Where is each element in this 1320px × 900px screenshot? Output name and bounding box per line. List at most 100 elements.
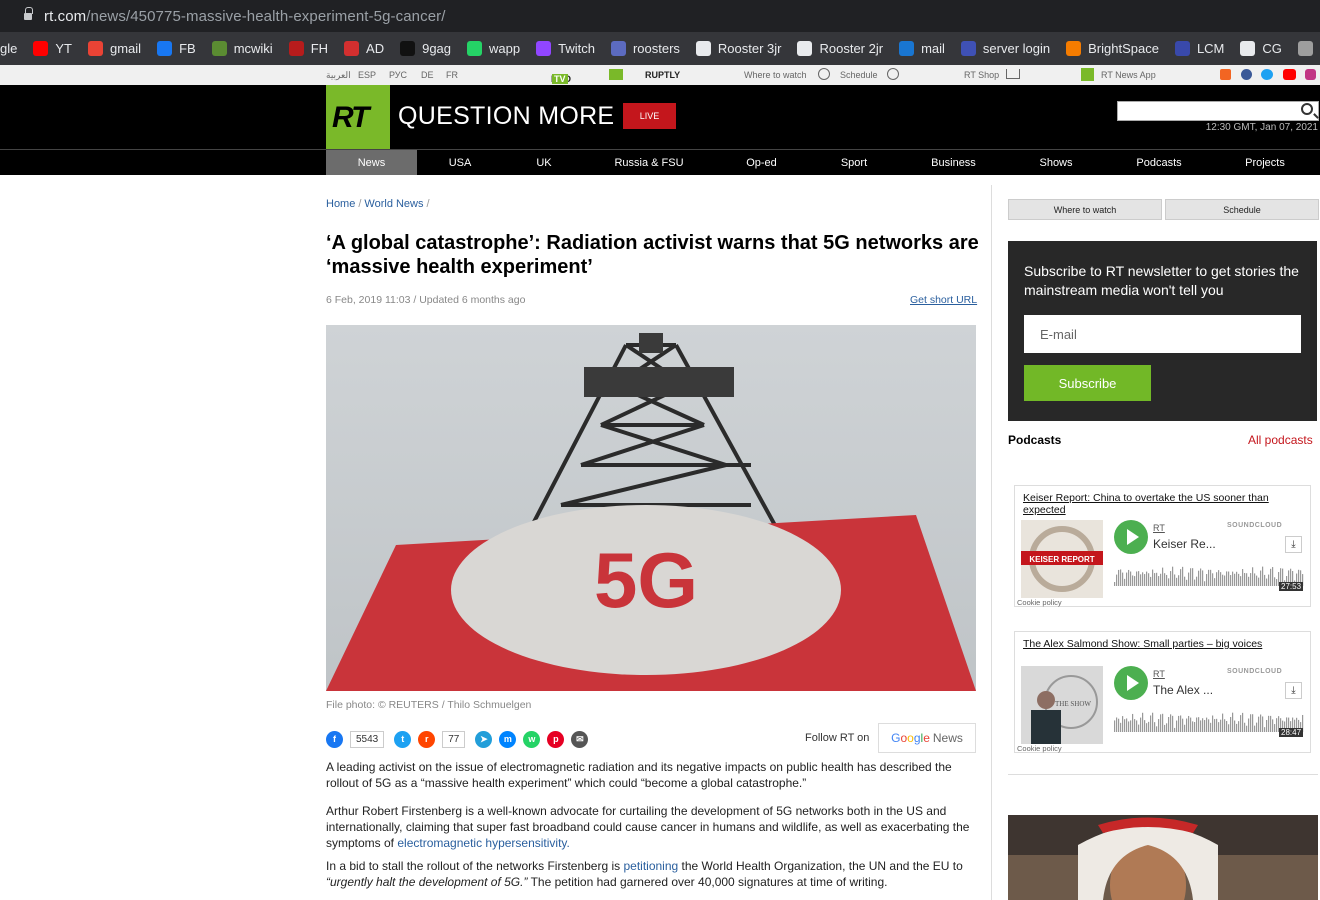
- bookmark-9gag[interactable]: 9gag: [400, 41, 451, 56]
- google-letter: e: [923, 731, 930, 745]
- lang-arabic[interactable]: العربية: [326, 70, 351, 81]
- bookmark-server-login[interactable]: server login: [960, 41, 1050, 56]
- play-button[interactable]: [1114, 666, 1148, 700]
- waveform-bar: [1170, 571, 1172, 586]
- waveform-bar: [1190, 568, 1192, 586]
- pinterest-share-icon[interactable]: p: [547, 730, 565, 748]
- bookmark-hci[interactable]: HCI: [1297, 41, 1320, 56]
- download-icon[interactable]: ⤓: [1285, 682, 1302, 699]
- nav-projects[interactable]: Projects: [1215, 150, 1315, 175]
- lang-de[interactable]: DE: [421, 70, 434, 80]
- bookmark-lcm[interactable]: LCM: [1174, 41, 1224, 56]
- url-text[interactable]: rt.com/news/450775-massive-health-experi…: [44, 8, 446, 25]
- bookmark-gmail[interactable]: gmail: [87, 41, 141, 56]
- bookmark-fb[interactable]: FB: [157, 41, 196, 56]
- bookmark-brightspace[interactable]: BrightSpace: [1066, 41, 1159, 56]
- lang-fr[interactable]: FR: [446, 70, 458, 80]
- breadcrumb: Home / World News /: [326, 198, 433, 210]
- waveform-bar: [1220, 719, 1222, 732]
- bookmark-roosters[interactable]: roosters: [610, 41, 680, 56]
- rt-shop-link[interactable]: RT Shop: [964, 70, 999, 80]
- rss-icon[interactable]: [1220, 69, 1231, 80]
- podcast-subtitle[interactable]: The Alex ...: [1153, 683, 1213, 697]
- search-icon[interactable]: [1301, 103, 1313, 115]
- nav-usa[interactable]: USA: [417, 150, 503, 175]
- electromagnetic-hypersensitivity-link[interactable]: electromagnetic hypersensitivity.: [397, 836, 570, 850]
- all-podcasts-link[interactable]: All podcasts: [1248, 433, 1313, 447]
- waveform[interactable]: [1114, 712, 1304, 738]
- share-bar: f 5543 t r 77 ➤ m w p ✉: [326, 729, 595, 749]
- schedule-button[interactable]: Schedule: [1165, 199, 1319, 220]
- bookmark-twitch[interactable]: Twitch: [536, 41, 595, 56]
- bookmark-mcwiki[interactable]: mcwiki: [211, 41, 273, 56]
- waveform-bar: [1216, 572, 1218, 586]
- soundcloud-logo[interactable]: SOUNDCLOUD: [1227, 522, 1282, 529]
- sidebar-news-photo[interactable]: [1008, 815, 1318, 900]
- rt-logo[interactable]: RT: [326, 85, 390, 149]
- lang-esp[interactable]: ESP: [358, 70, 376, 80]
- soundcloud-logo[interactable]: SOUNDCLOUD: [1227, 668, 1282, 675]
- nav-russia-fsu[interactable]: Russia & FSU: [585, 150, 713, 175]
- bookmark-ad[interactable]: AD: [344, 41, 384, 56]
- google-news-button[interactable]: Google News: [878, 723, 976, 753]
- petitioning-link[interactable]: petitioning: [623, 859, 678, 873]
- play-button[interactable]: [1114, 520, 1148, 554]
- rt-news-app-link[interactable]: RT News App: [1101, 70, 1156, 80]
- waveform-bar: [1174, 574, 1176, 586]
- waveform-bar: [1130, 720, 1132, 732]
- waveform-bar: [1164, 724, 1166, 732]
- facebook-icon[interactable]: [1241, 69, 1252, 80]
- twitter-icon[interactable]: [1261, 69, 1273, 80]
- nav-sport[interactable]: Sport: [810, 150, 898, 175]
- bookmark-rooster-3jr[interactable]: Rooster 3jr: [695, 41, 781, 56]
- waveform-bar: [1276, 718, 1278, 732]
- keiser-report-artwork: KEISER REPORT: [1021, 520, 1103, 598]
- schedule-link[interactable]: Schedule: [840, 70, 878, 80]
- rt-doc-icon[interactable]: [609, 69, 623, 80]
- where-to-watch-button[interactable]: Where to watch: [1008, 199, 1162, 220]
- youtube-icon[interactable]: [1283, 69, 1296, 80]
- browser-address-bar[interactable]: rt.com/news/450775-massive-health-experi…: [0, 0, 1320, 32]
- site-tagline: QUESTION MORE: [398, 102, 615, 130]
- cookie-policy-link[interactable]: Cookie policy: [1017, 744, 1062, 753]
- nav-business[interactable]: Business: [898, 150, 1009, 175]
- subscribe-button[interactable]: Subscribe: [1024, 365, 1151, 401]
- bookmark-rooster-2jr[interactable]: Rooster 2jr: [797, 41, 883, 56]
- podcast-subtitle[interactable]: Keiser Re...: [1153, 537, 1216, 551]
- podcast-title[interactable]: The Alex Salmond Show: Small parties – b…: [1023, 638, 1303, 650]
- facebook-share-icon[interactable]: f: [326, 730, 343, 748]
- podcast-title[interactable]: Keiser Report: China to overtake the US …: [1023, 492, 1303, 516]
- podcast-author[interactable]: RT: [1153, 669, 1165, 679]
- nav-news[interactable]: News: [326, 150, 417, 175]
- cookie-policy-link[interactable]: Cookie policy: [1017, 598, 1062, 607]
- ruptly-link[interactable]: RUPTLY: [645, 70, 680, 80]
- search-input[interactable]: [1117, 101, 1319, 121]
- breadcrumb-world-news[interactable]: World News: [364, 198, 423, 210]
- nav-uk[interactable]: UK: [503, 150, 585, 175]
- messenger-share-icon[interactable]: m: [499, 730, 517, 748]
- lang-rus[interactable]: РУС: [389, 70, 407, 80]
- download-icon[interactable]: ⤓: [1285, 536, 1302, 553]
- twitter-share-icon[interactable]: t: [394, 730, 412, 748]
- podcast-author[interactable]: RT: [1153, 523, 1165, 533]
- instagram-icon[interactable]: [1305, 69, 1316, 80]
- where-to-watch-link[interactable]: Where to watch: [744, 70, 807, 80]
- email-share-icon[interactable]: ✉: [571, 730, 589, 748]
- bookmark-cg[interactable]: CG: [1240, 41, 1282, 56]
- bookmark-yt[interactable]: YT: [33, 41, 72, 56]
- waveform[interactable]: [1114, 566, 1304, 592]
- email-field[interactable]: E-mail: [1024, 315, 1301, 353]
- nav-op-ed[interactable]: Op-ed: [713, 150, 810, 175]
- whatsapp-share-icon[interactable]: w: [523, 730, 541, 748]
- nav-shows[interactable]: Shows: [1009, 150, 1103, 175]
- get-short-url-link[interactable]: Get short URL: [910, 294, 977, 306]
- bookmark-fh[interactable]: FH: [288, 41, 328, 56]
- bookmark-gle[interactable]: gle: [0, 41, 17, 56]
- breadcrumb-home[interactable]: Home: [326, 198, 355, 210]
- nav-podcasts[interactable]: Podcasts: [1103, 150, 1215, 175]
- bookmark-wapp[interactable]: wapp: [467, 41, 520, 56]
- live-button[interactable]: LIVE: [623, 103, 676, 129]
- reddit-share-icon[interactable]: r: [418, 730, 436, 748]
- telegram-share-icon[interactable]: ➤: [475, 730, 493, 748]
- bookmark-mail[interactable]: mail: [899, 41, 945, 56]
